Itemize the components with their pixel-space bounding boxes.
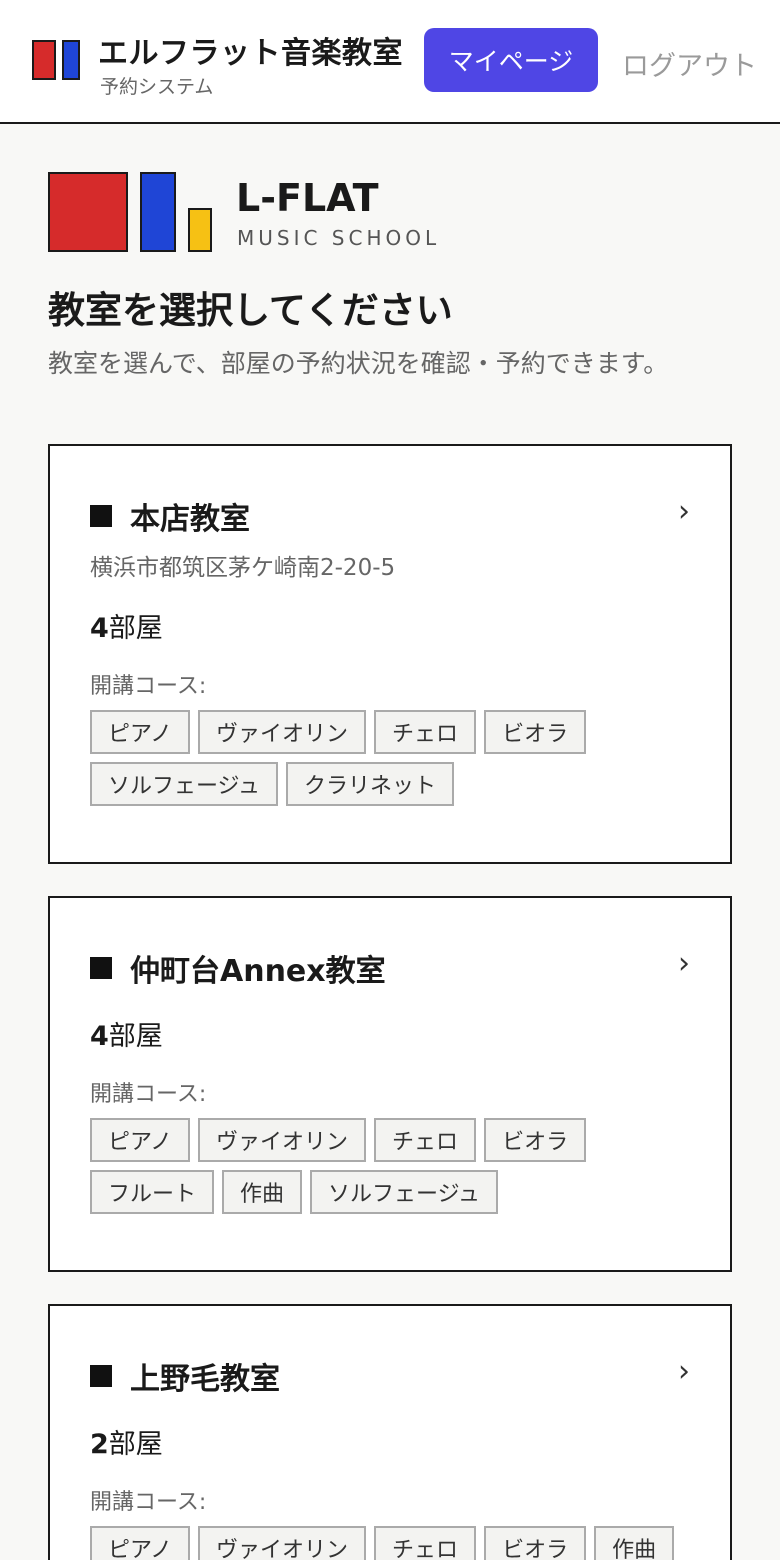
brand-blue-block (140, 172, 176, 252)
room-count: 4部屋 (90, 613, 163, 644)
room-count: 4部屋 (90, 1021, 163, 1052)
course-tag: クラリネット (286, 762, 455, 806)
course-tag: ピアノ (90, 1526, 191, 1560)
page-description: 教室を選んで、部屋の予約状況を確認・予約できます。 (48, 349, 669, 378)
brand-red-block (48, 172, 128, 252)
course-tag: チェロ (374, 1526, 477, 1560)
course-tag: 作曲 (594, 1526, 675, 1560)
room-count: 2部屋 (90, 1429, 163, 1460)
chevron-right-icon[interactable]: › (678, 1354, 690, 1389)
course-tag: ビオラ (484, 1118, 587, 1162)
app-header: エルフラット音楽教室 予約システム マイページ ログアウト (0, 0, 780, 124)
classroom-address: 横浜市都筑区茅ケ崎南2-20-5 (90, 555, 396, 581)
classroom-card[interactable]: 上野毛教室 › 2部屋 開講コース: ピアノ ヴァイオリン チェロ ビオラ 作曲 (48, 1304, 732, 1560)
course-tag: ソルフェージュ (90, 762, 279, 806)
chevron-right-icon[interactable]: › (678, 946, 690, 981)
course-tag: ピアノ (90, 1118, 191, 1162)
brand-yellow-block (188, 208, 212, 252)
classroom-card-header: 上野毛教室 (90, 1354, 280, 1398)
classroom-card-header: 本店教室 (90, 494, 250, 538)
square-bullet-icon (90, 1365, 112, 1387)
course-tag: ヴァイオリン (198, 1526, 367, 1560)
course-tags: ピアノ ヴァイオリン チェロ ビオラ ソルフェージュ クラリネット (90, 710, 700, 806)
course-tags: ピアノ ヴァイオリン チェロ ビオラ 作曲 (90, 1526, 700, 1560)
brand-logo: L-FLAT MUSIC SCHOOL (48, 172, 468, 252)
course-tags: ピアノ ヴァイオリン チェロ ビオラ フルート 作曲 ソルフェージュ (90, 1118, 700, 1214)
classroom-card[interactable]: 仲町台Annex教室 › 4部屋 開講コース: ピアノ ヴァイオリン チェロ ビ… (48, 896, 732, 1272)
course-tag: チェロ (374, 710, 477, 754)
classroom-name: 上野毛教室 (130, 1362, 280, 1397)
course-tag: ビオラ (484, 710, 587, 754)
classroom-card[interactable]: 本店教室 › 横浜市都筑区茅ケ崎南2-20-5 4部屋 開講コース: ピアノ ヴ… (48, 444, 732, 864)
app-title: エルフラット音楽教室 (98, 36, 403, 71)
courses-label: 開講コース: (90, 674, 207, 699)
brand-name: L-FLAT (236, 176, 379, 220)
page-title: 教室を選択してください (48, 289, 453, 332)
square-bullet-icon (90, 957, 112, 979)
app-subtitle: 予約システム (100, 76, 214, 98)
classroom-name: 本店教室 (130, 502, 250, 537)
course-tag: ビオラ (484, 1526, 587, 1560)
course-tag: ヴァイオリン (198, 710, 367, 754)
course-tag: フルート (90, 1170, 215, 1214)
courses-label: 開講コース: (90, 1490, 207, 1515)
classroom-name: 仲町台Annex教室 (130, 954, 386, 989)
square-bullet-icon (90, 505, 112, 527)
chevron-right-icon[interactable]: › (678, 494, 690, 529)
mypage-button[interactable]: マイページ (424, 28, 598, 92)
course-tag: ピアノ (90, 710, 191, 754)
brand-tagline: MUSIC SCHOOL (237, 226, 441, 250)
course-tag: ソルフェージュ (310, 1170, 499, 1214)
course-tag: ヴァイオリン (198, 1118, 367, 1162)
logout-link[interactable]: ログアウト (622, 44, 757, 83)
courses-label: 開講コース: (90, 1082, 207, 1107)
course-tag: 作曲 (222, 1170, 303, 1214)
classroom-card-header: 仲町台Annex教室 (90, 946, 386, 990)
course-tag: チェロ (374, 1118, 477, 1162)
app-logo-icon (32, 40, 80, 80)
